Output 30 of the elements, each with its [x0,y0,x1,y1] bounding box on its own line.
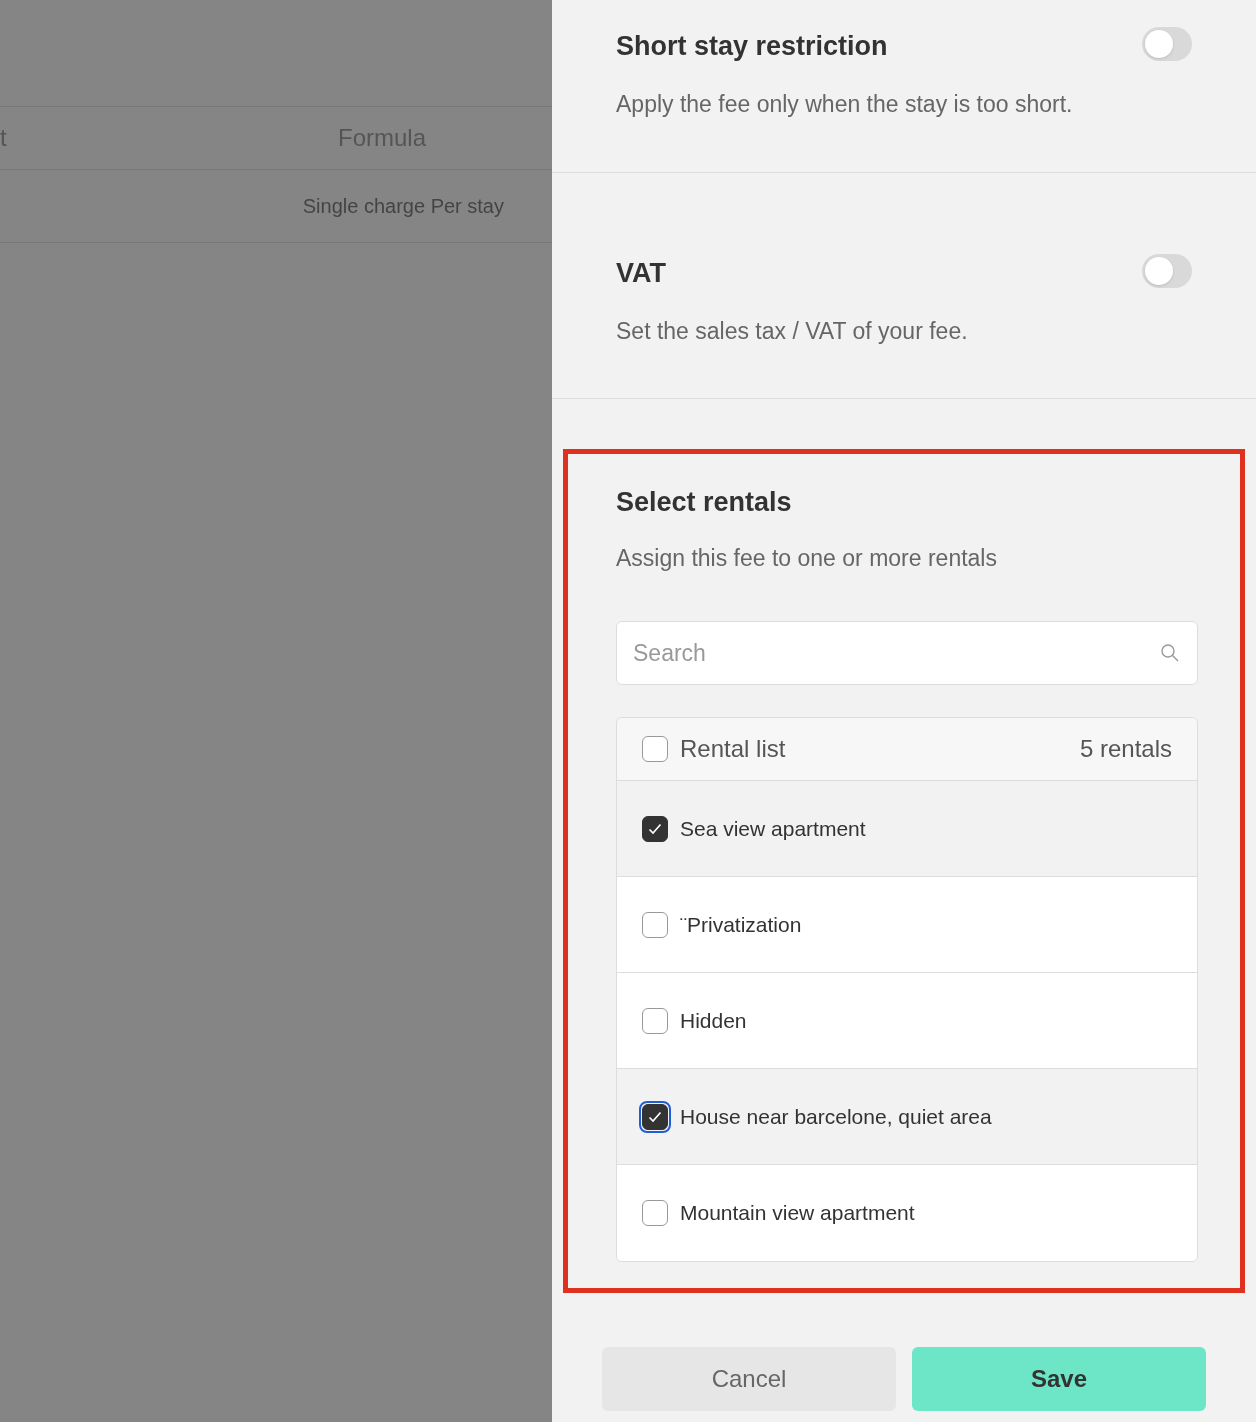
setting-description: Apply the fee only when the stay is too short. [616,89,1073,119]
rental-row[interactable]: ¨Privatization [617,877,1197,973]
search-field[interactable]: Search [616,621,1198,685]
checkbox[interactable] [642,815,668,842]
rental-name: Mountain view apartment [680,1200,915,1227]
section-description: Assign this fee to one or more rentals [616,543,998,573]
checkbox[interactable] [642,911,668,938]
setting-title: Short stay restriction [616,30,889,63]
setting-title: VAT [616,257,667,290]
search-icon [1160,643,1180,663]
cancel-button[interactable]: Cancel [602,1347,896,1411]
save-button[interactable]: Save [912,1347,1206,1411]
checkbox[interactable] [642,736,668,762]
section-title: Select rentals [616,486,793,519]
checkmark-icon [648,1110,662,1123]
checkbox[interactable] [642,1007,668,1034]
toggle-switch[interactable] [1142,254,1192,288]
checkmark-icon [648,822,662,835]
rental-name: ¨Privatization [680,911,802,938]
rental-name: Sea view apartment [680,815,866,842]
rental-row[interactable]: Hidden [617,973,1197,1069]
toggle-switch[interactable] [1142,27,1192,61]
setting-description: Set the sales tax / VAT of your fee. [616,316,968,346]
rental-name: Hidden [680,1007,747,1034]
list-header-label: Rental list [680,734,787,764]
table-cell-text: Single charge Per stay [302,194,504,219]
rental-row[interactable]: Mountain view apartment [617,1165,1197,1261]
checkbox[interactable] [642,1200,668,1226]
rental-name: House near barcelone, quiet area [680,1103,992,1130]
rental-count: 5 rentals [1079,734,1172,764]
